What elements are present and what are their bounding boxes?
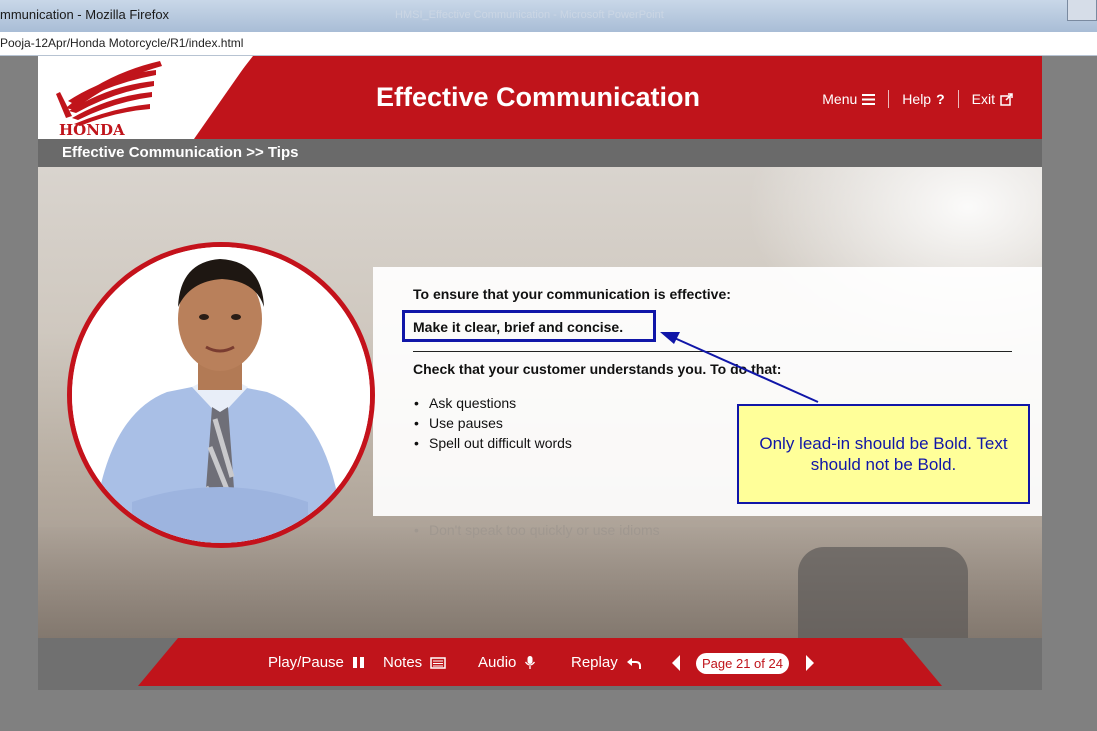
address-bar[interactable]: Pooja-12Apr/Honda Motorcycle/R1/index.ht… bbox=[0, 32, 1097, 56]
footer-band bbox=[138, 638, 942, 686]
previous-page-icon[interactable] bbox=[670, 654, 682, 672]
menu-label: Menu bbox=[822, 91, 858, 107]
menu-button[interactable]: Menu bbox=[809, 91, 888, 107]
faded-list-item: Don't speak too quickly or use idioms bbox=[414, 522, 660, 538]
external-link-icon bbox=[1000, 92, 1013, 106]
page-indicator: Page 21 of 24 bbox=[696, 653, 789, 674]
presenter-illustration bbox=[72, 247, 370, 543]
course-header: HONDA Effective Communication Menu Help … bbox=[38, 56, 1042, 139]
list-item: Use pauses bbox=[414, 413, 572, 433]
honda-wing-logo: HONDA bbox=[56, 61, 162, 139]
help-label: Help bbox=[902, 91, 932, 107]
next-page-icon[interactable] bbox=[804, 654, 816, 672]
lead-in-subheading: Check that your customer understands you… bbox=[413, 361, 782, 377]
notes-icon bbox=[430, 656, 446, 669]
highlighted-statement: Make it clear, brief and concise. bbox=[413, 319, 624, 335]
exit-label: Exit bbox=[971, 91, 995, 107]
course-title: Effective Communication bbox=[375, 82, 701, 112]
honda-logo-text: HONDA bbox=[59, 121, 125, 139]
play-pause-button[interactable]: Play/Pause bbox=[268, 654, 365, 671]
microphone-icon bbox=[525, 656, 536, 669]
lead-in-heading: To ensure that your communication is eff… bbox=[413, 286, 731, 302]
background-chair bbox=[798, 547, 968, 642]
question-icon: ? bbox=[936, 91, 945, 107]
notes-button[interactable]: Notes bbox=[383, 654, 446, 671]
list-item: Spell out difficult words bbox=[414, 433, 572, 453]
play-pause-label: Play/Pause bbox=[268, 654, 344, 671]
list-item: Ask questions bbox=[414, 393, 572, 413]
notes-label: Notes bbox=[383, 654, 423, 671]
top-navigation: Menu Help ? Exit bbox=[809, 90, 1026, 108]
replay-icon bbox=[626, 657, 641, 669]
tips-list: Ask questions Use pauses Spell out diffi… bbox=[414, 393, 572, 453]
browser-title-bar: mmunication - Mozilla Firefox HMSI_Effec… bbox=[0, 0, 1097, 32]
replay-label: Replay bbox=[571, 654, 618, 671]
breadcrumb-bar: Effective Communication >> Tips bbox=[38, 139, 1042, 167]
hamburger-icon bbox=[862, 93, 876, 105]
header-diagonal-stripe bbox=[186, 56, 252, 139]
url-text: Pooja-12Apr/Honda Motorcycle/R1/index.ht… bbox=[0, 36, 244, 50]
pause-icon bbox=[352, 657, 364, 668]
window-control-button[interactable] bbox=[1067, 0, 1097, 21]
player-footer: Play/Pause Notes Audio Replay Page 21 of… bbox=[38, 638, 1042, 690]
audio-label: Audio bbox=[478, 654, 517, 671]
callout-text: Only lead-in should be Bold. Text should… bbox=[759, 434, 1008, 474]
audio-button[interactable]: Audio bbox=[478, 654, 536, 671]
background-window-title: HMSI_Effective Communication - Microsoft… bbox=[395, 9, 664, 21]
review-comment-callout: Only lead-in should be Bold. Text should… bbox=[737, 404, 1030, 504]
help-button[interactable]: Help ? bbox=[889, 91, 957, 107]
window-title: mmunication - Mozilla Firefox bbox=[0, 7, 170, 22]
course-player: HONDA Effective Communication Menu Help … bbox=[38, 56, 1042, 690]
breadcrumb: Effective Communication >> Tips bbox=[62, 144, 299, 161]
divider-line bbox=[413, 351, 1012, 352]
replay-button[interactable]: Replay bbox=[571, 654, 642, 671]
exit-button[interactable]: Exit bbox=[959, 91, 1026, 107]
presenter-photo bbox=[67, 242, 375, 548]
